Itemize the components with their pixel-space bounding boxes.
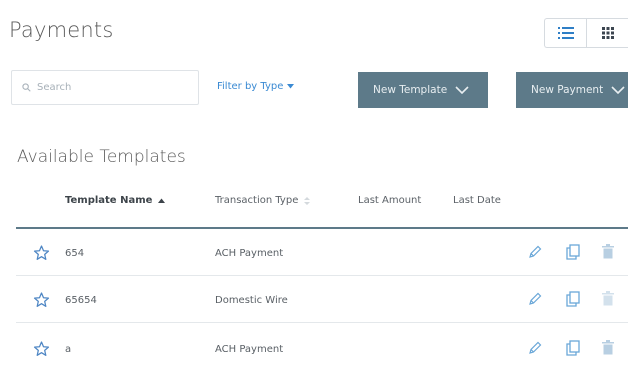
search-box (11, 70, 199, 105)
section-title: Available Templates (17, 147, 186, 167)
list-view-icon (557, 27, 574, 39)
favorite-star-icon[interactable] (33, 245, 50, 261)
delete-trash-icon[interactable] (602, 291, 614, 306)
template-name-cell: 65654 (65, 295, 97, 306)
edit-pencil-icon[interactable] (528, 341, 542, 355)
sort-ascending-icon (158, 198, 166, 203)
chevron-down-icon (611, 86, 625, 94)
column-header-last-date[interactable]: Last Date (453, 195, 501, 206)
column-header-label: Template Name (65, 195, 153, 206)
transaction-type-cell: ACH Payment (215, 344, 284, 355)
favorite-star-icon[interactable] (33, 292, 50, 308)
copy-icon[interactable] (566, 340, 580, 356)
page-title: Payments (9, 18, 114, 42)
copy-icon[interactable] (566, 244, 580, 260)
template-name-cell: 654 (65, 248, 85, 259)
list-view-button[interactable] (545, 19, 586, 47)
caret-down-icon (287, 84, 295, 89)
delete-trash-icon[interactable] (602, 244, 614, 259)
new-template-label: New Template (373, 84, 448, 96)
view-toggle (544, 18, 628, 48)
table-row-divider (16, 275, 628, 276)
column-header-last-amount[interactable]: Last Amount (358, 195, 421, 206)
filter-by-type-label: Filter by Type (217, 81, 284, 92)
column-header-template-name[interactable]: Template Name (65, 195, 166, 206)
transaction-type-cell: ACH Payment (215, 248, 284, 259)
filter-by-type-link[interactable]: Filter by Type (217, 81, 295, 92)
transaction-type-cell: Domestic Wire (215, 295, 288, 306)
edit-pencil-icon[interactable] (528, 245, 542, 259)
delete-trash-icon[interactable] (602, 340, 614, 355)
table-row-divider (16, 322, 628, 323)
search-input[interactable] (35, 81, 189, 94)
column-header-label: Last Date (453, 195, 501, 206)
copy-icon[interactable] (566, 291, 580, 307)
column-header-label: Last Amount (358, 195, 422, 206)
template-name-cell: a (65, 344, 72, 355)
grid-view-button[interactable] (586, 19, 628, 47)
edit-pencil-icon[interactable] (528, 292, 542, 306)
favorite-star-icon[interactable] (33, 341, 50, 357)
grid-view-icon (601, 27, 614, 39)
new-template-button[interactable]: New Template (358, 72, 488, 108)
column-header-label: Transaction Type (215, 195, 299, 206)
table-header-divider (16, 227, 628, 229)
chevron-down-icon (455, 86, 469, 94)
search-icon (22, 83, 31, 92)
column-header-transaction-type[interactable]: Transaction Type (215, 195, 311, 206)
new-payment-label: New Payment (531, 84, 604, 96)
sort-icon (304, 196, 311, 205)
new-payment-button[interactable]: New Payment (516, 72, 628, 108)
